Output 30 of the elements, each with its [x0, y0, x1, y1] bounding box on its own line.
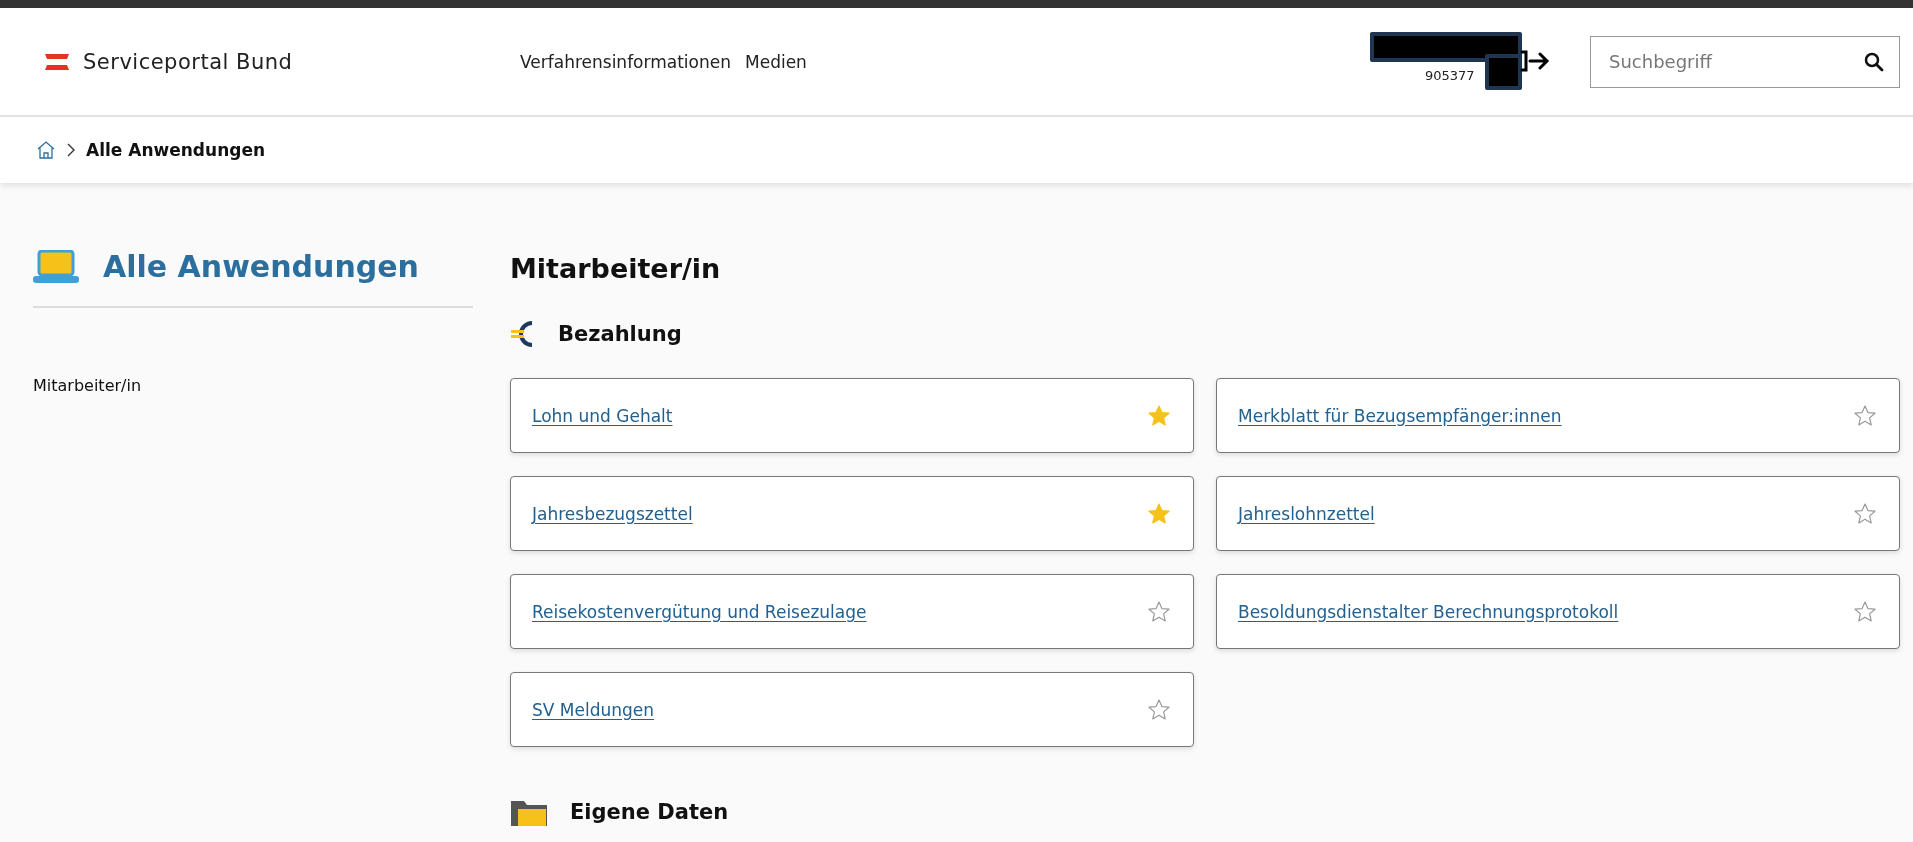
laptop-icon: [33, 249, 79, 284]
nav-link[interactable]: Verfahrensinformationen: [520, 51, 731, 72]
account-number: 905377: [1425, 67, 1475, 83]
star-icon[interactable]: [1147, 501, 1171, 526]
star-icon[interactable]: [1853, 599, 1877, 624]
search-icon[interactable]: [1864, 51, 1884, 72]
page-heading: Mitarbeiter/in: [510, 253, 722, 284]
section-title: Bezahlung: [558, 322, 682, 346]
star-icon[interactable]: [1853, 403, 1877, 428]
star-icon[interactable]: [1147, 403, 1171, 428]
app-link[interactable]: Merkblatt für Bezugsempfänger:innen: [1238, 405, 1562, 426]
star-icon[interactable]: [1853, 501, 1877, 526]
app-link[interactable]: Lohn und Gehalt: [532, 405, 673, 426]
breadcrumb-current: Alle Anwendungen: [86, 140, 266, 160]
app-link[interactable]: SV Meldungen: [532, 699, 655, 720]
brand-name[interactable]: Serviceportal Bund: [83, 49, 293, 74]
section-title: Eigene Daten: [570, 800, 729, 824]
chevron-icon: [66, 143, 76, 157]
app-link[interactable]: Reisekostenvergütung und Reisezulage: [532, 601, 867, 622]
app-link[interactable]: Jahreslohnzettel: [1238, 503, 1375, 524]
nav-link[interactable]: Medien: [745, 51, 807, 72]
sidebar-item[interactable]: Mitarbeiter/in: [33, 376, 473, 395]
star-icon[interactable]: [1147, 697, 1171, 722]
star-icon[interactable]: [1147, 599, 1171, 624]
sidebar-title: Alle Anwendungen: [103, 249, 419, 284]
search-field[interactable]: Suchbegriff: [1590, 35, 1900, 88]
flag-logo-icon: [45, 53, 69, 70]
home-icon[interactable]: [36, 140, 56, 160]
app-link[interactable]: Jahresbezugszettel: [532, 503, 693, 524]
app-link[interactable]: Besoldungsdienstalter Berechnungsprotokoll: [1238, 601, 1619, 622]
